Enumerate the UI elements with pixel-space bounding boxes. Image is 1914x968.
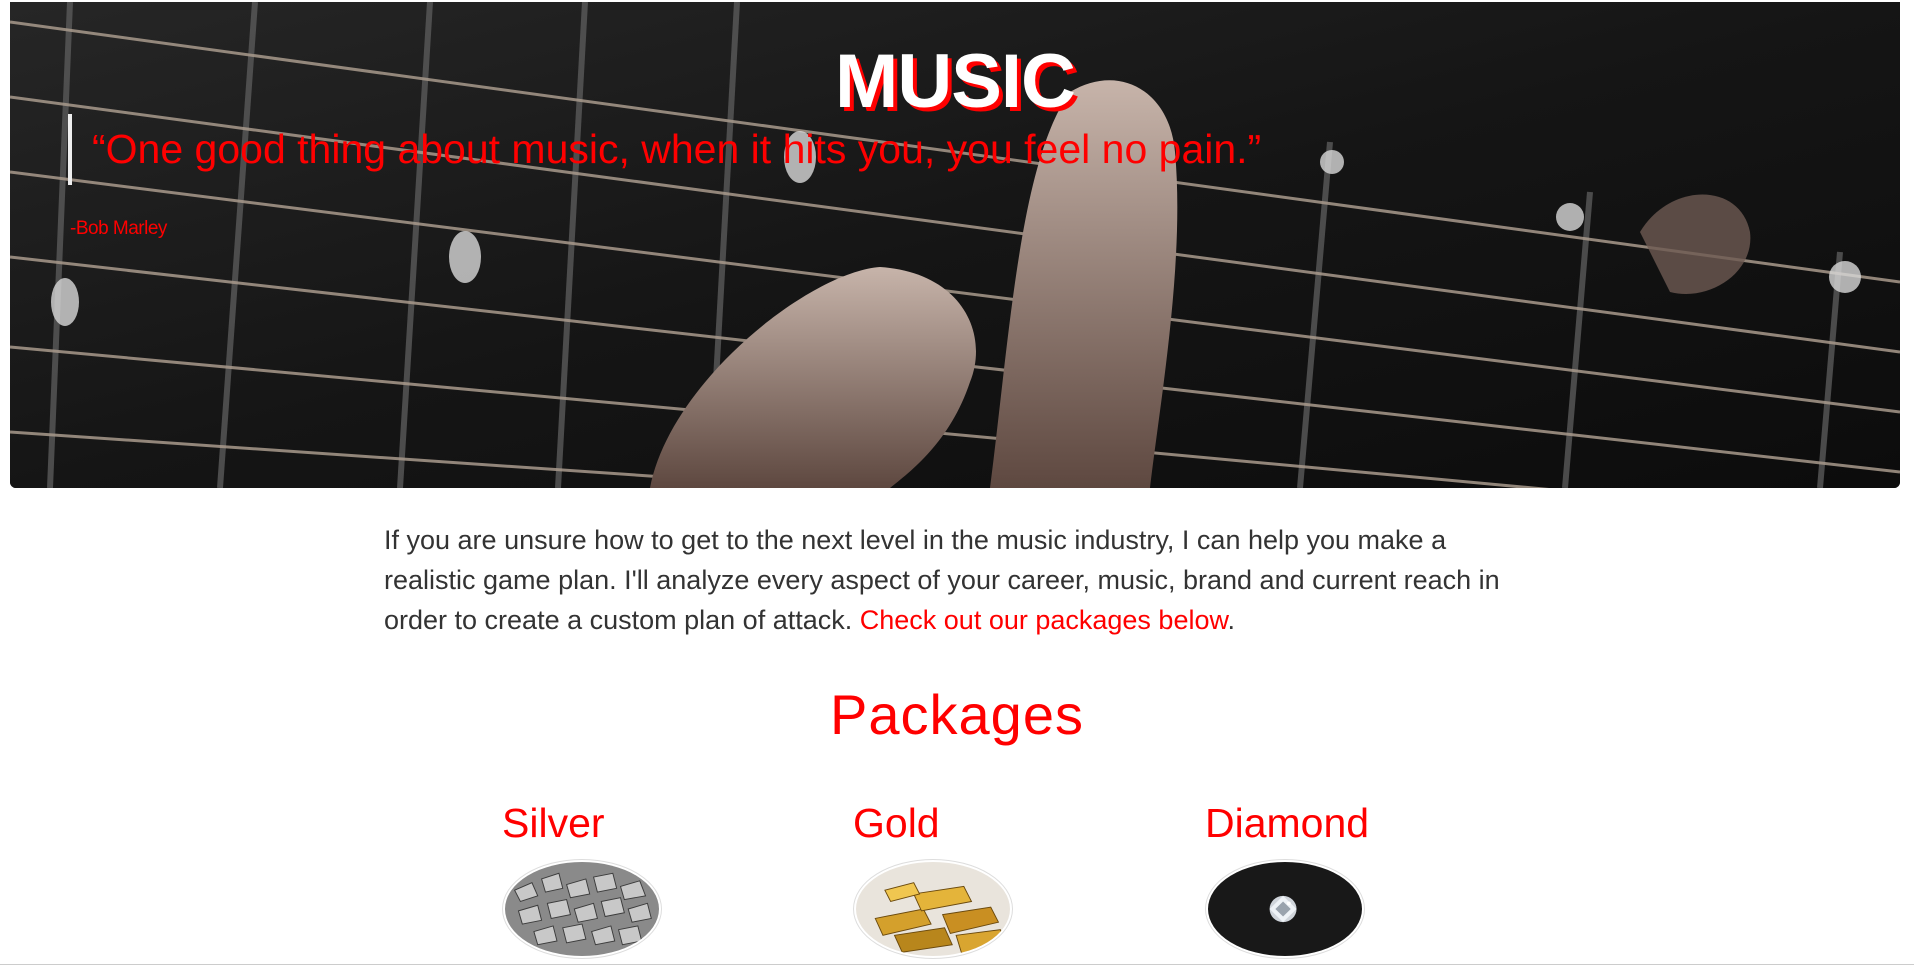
hero-banner: MUSIC “One good thing about music, when … [10,2,1900,488]
package-silver[interactable]: Silver [502,800,662,959]
silver-image[interactable] [502,859,662,959]
bottom-divider [0,964,1914,965]
intro-trailing: . [1227,605,1235,635]
intro-paragraph: If you are unsure how to get to the next… [384,520,1534,640]
gold-image[interactable] [853,859,1013,959]
quote-author: -Bob Marley [70,218,167,239]
page: MUSIC “One good thing about music, when … [0,0,1914,968]
package-name: Silver [502,800,605,846]
page-title: MUSIC [835,39,1076,124]
package-name: Gold [853,800,940,846]
package-diamond[interactable]: Diamond [1205,800,1369,959]
package-gold[interactable]: Gold [853,800,1013,959]
package-name: Diamond [1205,800,1370,846]
diamond-image[interactable] [1205,859,1365,959]
packages-heading: Packages [830,683,1084,746]
hero-quote: “One good thing about music, when it hit… [68,114,1261,185]
packages-link[interactable]: Check out our packages below [860,605,1228,635]
